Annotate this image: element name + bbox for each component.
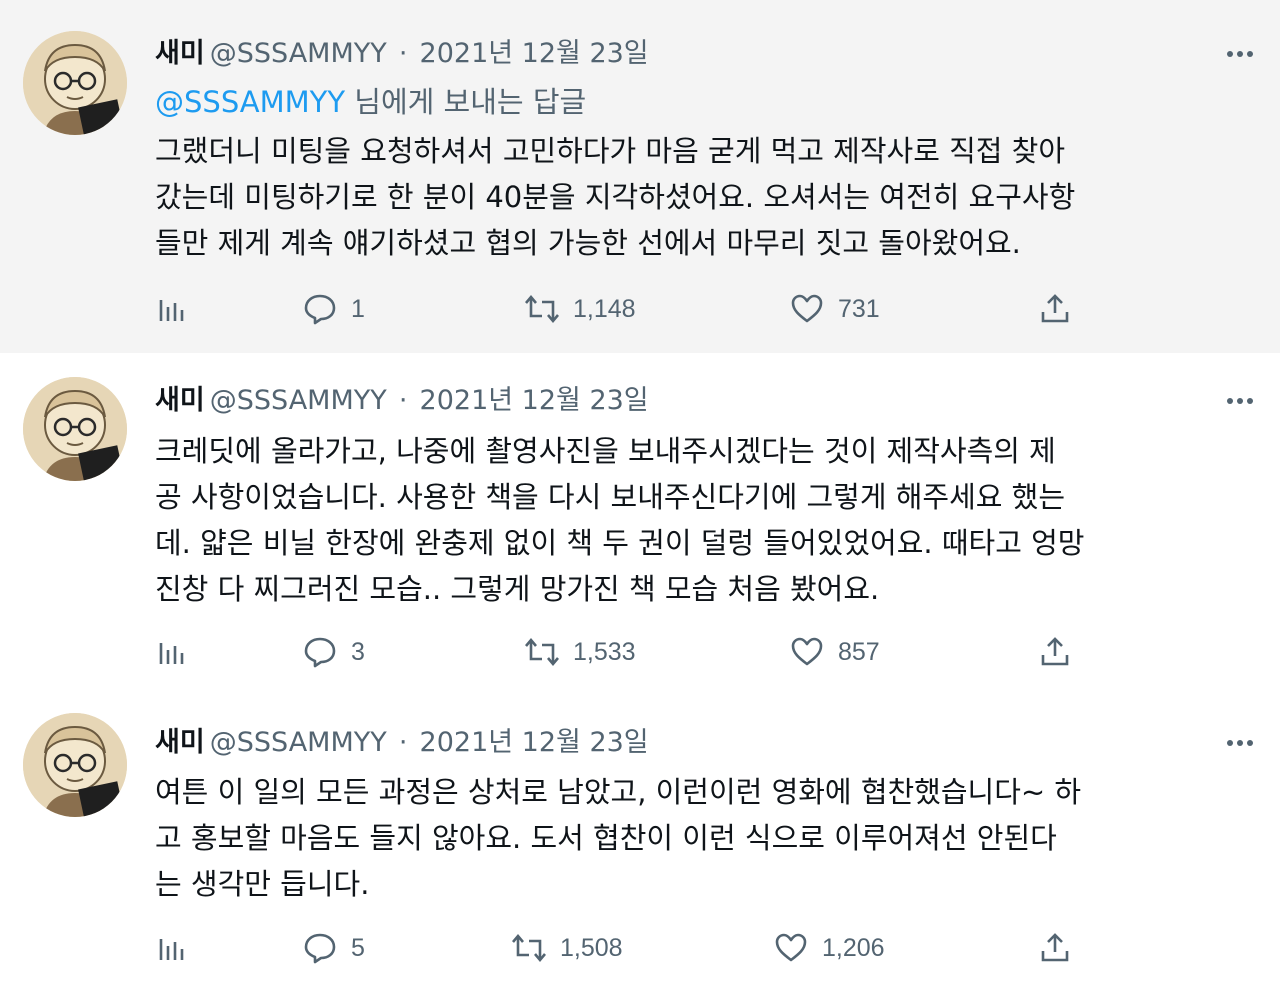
ellipsis-icon	[1247, 740, 1253, 746]
author-name[interactable]: 새미	[155, 38, 205, 69]
heart-icon	[791, 637, 823, 666]
share-button[interactable]	[1038, 632, 1072, 672]
header-separator: ·	[398, 38, 408, 69]
share-button[interactable]	[1038, 289, 1072, 329]
author-handle[interactable]: @SSSAMMYY	[210, 38, 387, 69]
tweet-text-line: 그랬더니 미팅을 요청하셔서 고민하다가 마음 굳게 먹고 제작사로 직접 찾아	[155, 134, 1066, 168]
bar-chart-icon	[159, 939, 184, 960]
avatar[interactable]	[23, 377, 127, 481]
retweet-button[interactable]: 1,508	[512, 928, 623, 968]
retweet-count: 1,533	[573, 637, 636, 666]
retweet-arrows-icon	[512, 933, 546, 963]
action-bar: 3 1,533 857	[0, 632, 1280, 672]
like-count: 1,206	[822, 933, 885, 962]
replying-to-suffix: 님에게 보내는 답글	[345, 85, 587, 119]
like-button[interactable]: 731	[790, 289, 880, 329]
reply-button[interactable]: 3	[303, 632, 365, 672]
retweet-arrows-icon	[525, 294, 559, 324]
avatar[interactable]	[23, 713, 127, 817]
tweet-text-line: 데. 얇은 비닐 한장에 완충제 없이 책 두 권이 덜렁 들어있었어요. 때타…	[155, 526, 1085, 560]
tweet-header: 새미 @SSSAMMYY · 2021년 12월 23일	[155, 723, 649, 763]
analytics-button[interactable]	[155, 928, 189, 968]
like-button[interactable]: 1,206	[774, 928, 885, 968]
tweet-date[interactable]: 2021년 12월 23일	[420, 727, 649, 758]
reply-count: 1	[351, 294, 365, 323]
tweet-text-line: 고 홍보할 마음도 들지 않아요. 도서 협찬이 이런 식으로 이루어져선 안된…	[155, 821, 1057, 855]
like-count: 731	[838, 294, 880, 323]
reply-count: 3	[351, 637, 365, 666]
reply-button[interactable]: 1	[303, 289, 365, 329]
replying-to-line: @SSSAMMYY 님에게 보내는 답글	[155, 82, 586, 122]
share-upload-icon	[1041, 294, 1069, 323]
speech-bubble-icon	[304, 294, 336, 325]
share-upload-icon	[1041, 637, 1069, 666]
tweet-text-line: 크레딧에 올라가고, 나중에 촬영사진을 보내주시겠다는 것이 제작사측의 제	[155, 434, 1056, 468]
speech-bubble-icon	[304, 637, 336, 668]
ellipsis-icon	[1227, 398, 1233, 404]
reply-button[interactable]: 5	[303, 928, 365, 968]
retweet-count: 1,148	[573, 294, 636, 323]
more-options-button[interactable]	[1220, 34, 1260, 74]
bar-chart-icon	[159, 643, 184, 664]
share-button[interactable]	[1038, 928, 1072, 968]
retweet-arrows-icon	[525, 637, 559, 667]
analytics-button[interactable]	[155, 632, 189, 672]
like-count: 857	[838, 637, 880, 666]
author-handle[interactable]: @SSSAMMYY	[210, 385, 387, 416]
header-separator: ·	[398, 385, 408, 416]
tweet-text-line: 진창 다 찌그러진 모습.. 그렇게 망가진 책 모습 처음 봤어요.	[155, 572, 880, 606]
tweet-header: 새미 @SSSAMMYY · 2021년 12월 23일	[155, 381, 649, 421]
author-name[interactable]: 새미	[155, 385, 205, 416]
tweet[interactable]: 새미 @SSSAMMYY · 2021년 12월 23일 여튼 이 일의 모든 …	[0, 699, 1280, 988]
share-upload-icon	[1041, 933, 1069, 962]
tweet-text: 그랬더니 미팅을 요청하셔서 고민하다가 마음 굳게 먹고 제작사로 직접 찾아…	[155, 128, 1245, 266]
more-options-button[interactable]	[1220, 381, 1260, 421]
analytics-button[interactable]	[155, 289, 189, 329]
like-button[interactable]: 857	[790, 632, 880, 672]
more-options-button[interactable]	[1220, 723, 1260, 763]
tweet-date[interactable]: 2021년 12월 23일	[420, 38, 649, 69]
ellipsis-icon	[1227, 740, 1233, 746]
ellipsis-icon	[1227, 51, 1233, 57]
reply-count: 5	[351, 933, 365, 962]
tweet[interactable]: 새미 @SSSAMMYY · 2021년 12월 23일 크레딧에 올라가고, …	[0, 353, 1280, 699]
bar-chart-icon	[159, 300, 184, 321]
tweet-text-line: 공 사항이었습니다. 사용한 책을 다시 보내주신다기에 그렇게 해주세요 했는	[155, 480, 1066, 514]
ellipsis-icon	[1237, 740, 1243, 746]
ellipsis-icon	[1237, 51, 1243, 57]
author-name[interactable]: 새미	[155, 727, 205, 758]
tweet-date[interactable]: 2021년 12월 23일	[420, 385, 649, 416]
ellipsis-icon	[1237, 398, 1243, 404]
retweet-count: 1,508	[560, 933, 623, 962]
avatar[interactable]	[23, 31, 127, 135]
tweet-text: 크레딧에 올라가고, 나중에 촬영사진을 보내주시겠다는 것이 제작사측의 제 …	[155, 428, 1245, 612]
action-bar: 1 1,148 731	[0, 289, 1280, 329]
tweet-text-line: 갔는데 미팅하기로 한 분이 40분을 지각하셨어요. 오셔서는 여전히 요구사…	[155, 180, 1076, 214]
speech-bubble-icon	[304, 933, 336, 964]
heart-icon	[775, 933, 807, 962]
tweet-text-line: 여튼 이 일의 모든 과정은 상처로 남았고, 이런이런 영화에 협찬했습니다~…	[155, 775, 1082, 809]
retweet-button[interactable]: 1,148	[525, 289, 636, 329]
replying-to-handle-link[interactable]: @SSSAMMYY	[155, 85, 345, 119]
ellipsis-icon	[1247, 398, 1253, 404]
header-separator: ·	[398, 727, 408, 758]
tweet-text: 여튼 이 일의 모든 과정은 상처로 남았고, 이런이런 영화에 협찬했습니다~…	[155, 769, 1245, 907]
heart-icon	[791, 294, 823, 323]
tweet-header: 새미 @SSSAMMYY · 2021년 12월 23일	[155, 34, 649, 74]
tweet-text-line: 는 생각만 듭니다.	[155, 867, 370, 901]
tweet-text-line: 들만 제게 계속 얘기하셨고 협의 가능한 선에서 마무리 짓고 돌아왔어요.	[155, 226, 1021, 260]
tweet[interactable]: 새미 @SSSAMMYY · 2021년 12월 23일 @SSSAMMYY 님…	[0, 0, 1280, 353]
retweet-button[interactable]: 1,533	[525, 632, 636, 672]
ellipsis-icon	[1247, 51, 1253, 57]
author-handle[interactable]: @SSSAMMYY	[210, 727, 387, 758]
action-bar: 5 1,508 1,206	[0, 928, 1280, 968]
